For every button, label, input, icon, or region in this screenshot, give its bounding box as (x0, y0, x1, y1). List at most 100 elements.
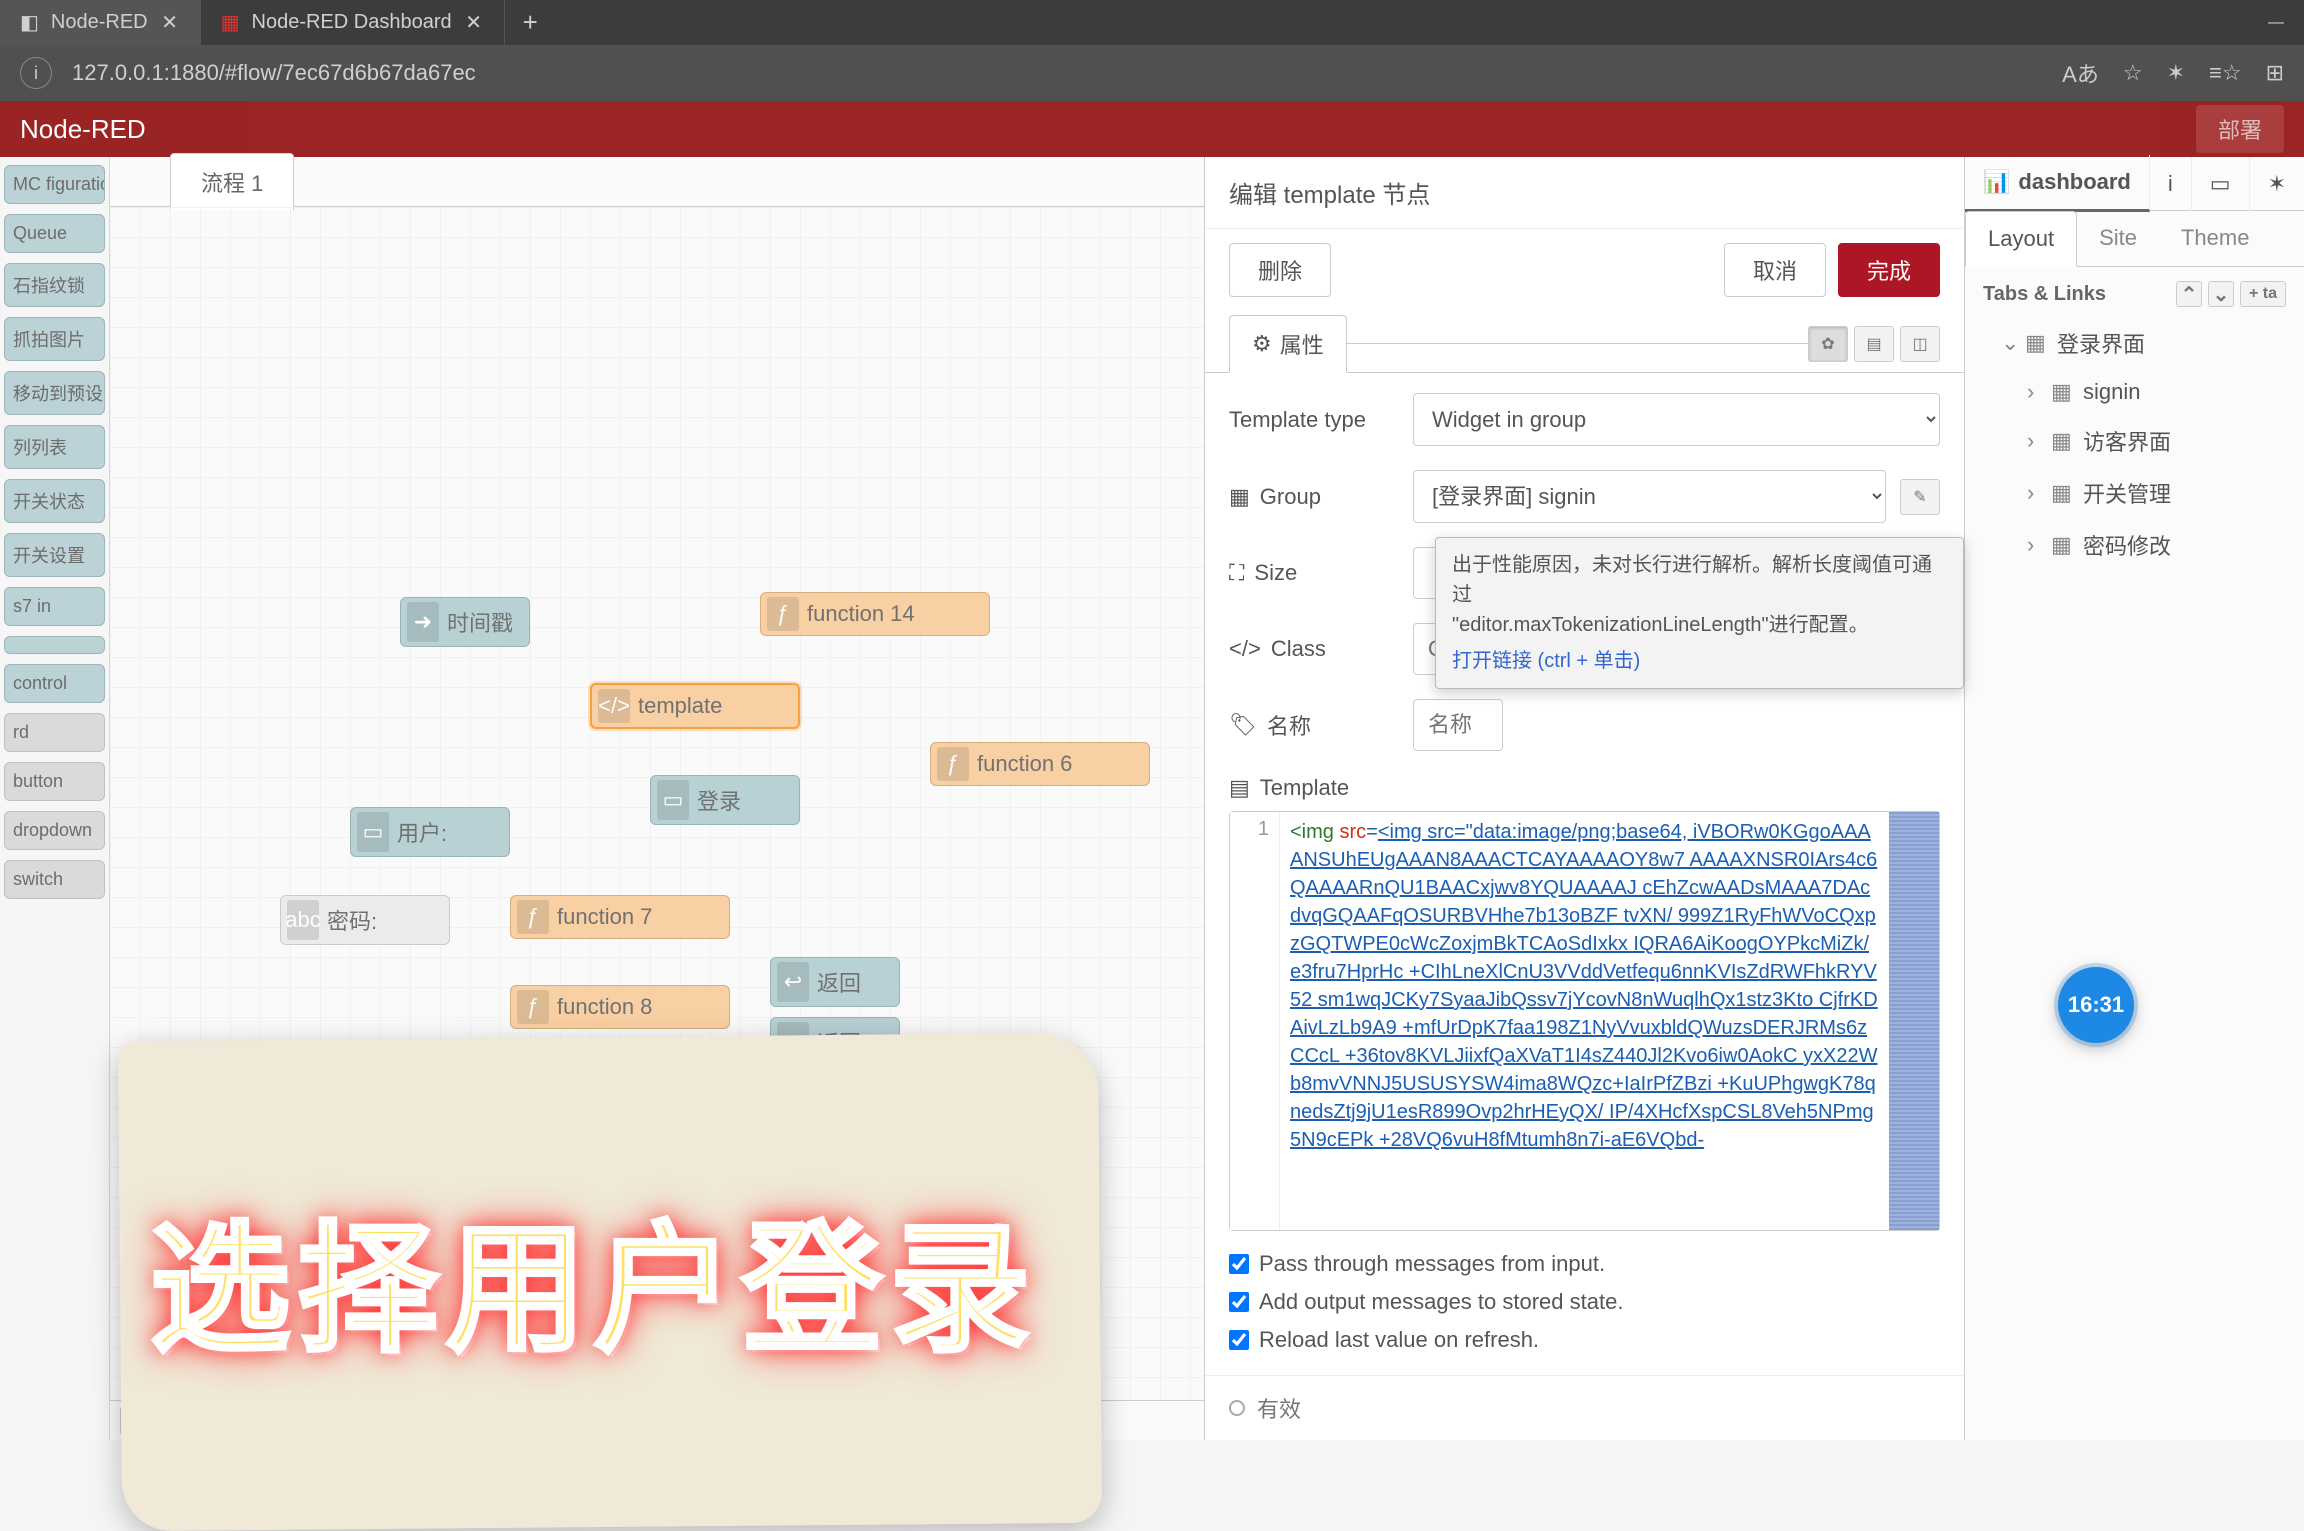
favorite-icon[interactable]: ☆ (2123, 60, 2143, 86)
collections-icon[interactable]: ⊞ (2266, 60, 2284, 86)
tree-item[interactable]: ⌄▦登录界面 (1993, 317, 2286, 369)
url-field[interactable]: 127.0.0.1:1880/#flow/7ec67d6b67da67ec (72, 60, 2042, 86)
tree-item[interactable]: ›▦开关管理 (1993, 467, 2286, 519)
collapse-icon[interactable]: ⌃ (2176, 281, 2202, 307)
reader-icon[interactable]: Aあ (2062, 57, 2099, 89)
tab-favicon: ◧ (20, 10, 39, 35)
app-title: Node-RED (20, 114, 146, 145)
table-icon: ▦ (2051, 532, 2073, 558)
expand-icon[interactable]: ⌄ (2208, 281, 2234, 307)
node-user[interactable]: ▭用户: (350, 807, 510, 857)
add-tab-button[interactable]: + ta (2240, 281, 2286, 307)
pass-through-checkbox[interactable]: Pass through messages from input. (1229, 1251, 1940, 1277)
function-icon: ƒ (517, 990, 549, 1024)
node-function-14[interactable]: ƒfunction 14 (760, 592, 990, 636)
palette-node[interactable]: 移动到预设点 (4, 371, 105, 415)
template-type-label: Template type (1229, 407, 1399, 433)
reload-checkbox[interactable]: Reload last value on refresh. (1229, 1327, 1940, 1353)
palette-node[interactable]: switch (4, 860, 105, 899)
tree-item[interactable]: ›▦访客界面 (1993, 415, 2286, 467)
chevron-icon: › (2027, 480, 2041, 506)
deploy-button[interactable]: 部署 (2196, 105, 2284, 153)
favorites-bar-icon[interactable]: ≡☆ (2209, 60, 2242, 86)
close-icon[interactable]: ✕ (464, 13, 484, 33)
description-icon[interactable]: ▤ (1854, 326, 1894, 362)
node-password[interactable]: abc密码: (280, 895, 450, 945)
footer-status: 有效 (1257, 1392, 1301, 1424)
palette-node[interactable]: button (4, 762, 105, 801)
done-button[interactable]: 完成 (1838, 243, 1940, 297)
tag-icon: 🏷 (1229, 712, 1257, 738)
site-subtab[interactable]: Site (2077, 211, 2159, 266)
edit-group-button[interactable]: ✎ (1900, 479, 1940, 515)
close-icon[interactable]: ✕ (160, 13, 180, 33)
palette-node[interactable]: MC figuration (4, 165, 105, 204)
status-dot-icon (1229, 1400, 1245, 1416)
name-input[interactable] (1413, 699, 1503, 751)
palette-node[interactable]: 抓拍图片 (4, 317, 105, 361)
tree-item[interactable]: ›▦密码修改 (1993, 519, 2286, 571)
tree-item[interactable]: ›▦signin (1993, 369, 2286, 415)
tab-title: Node-RED Dashboard (252, 11, 452, 34)
text-input-icon: ▭ (357, 812, 389, 852)
tooltip-link[interactable]: 打开链接 (ctrl + 单击) (1452, 646, 1947, 676)
node-function-6[interactable]: ƒfunction 6 (930, 742, 1150, 786)
address-bar: i 127.0.0.1:1880/#flow/7ec67d6b67da67ec … (0, 45, 2304, 101)
theme-subtab[interactable]: Theme (2159, 211, 2271, 266)
function-icon: ƒ (767, 597, 799, 631)
tabs-links-title: Tabs & Links (1983, 283, 2106, 306)
group-label: ▦Group (1229, 484, 1399, 510)
table-icon: ▦ (2051, 480, 2073, 506)
new-tab-button[interactable]: + (505, 0, 556, 45)
tabs-tree: ⌄▦登录界面›▦signin›▦访客界面›▦开关管理›▦密码修改 (1983, 307, 2286, 571)
delete-button[interactable]: 删除 (1229, 243, 1331, 297)
settings-icon[interactable]: ✶ (2167, 60, 2185, 86)
node-function-8[interactable]: ƒfunction 8 (510, 985, 730, 1029)
browser-tab[interactable]: ◧ Node-RED ✕ (0, 0, 201, 45)
node-palette[interactable]: MC figuration Queue 石指纹锁抓拍图片移动到预设点列列表开关状态开… (0, 157, 110, 1440)
stored-state-checkbox[interactable]: Add output messages to stored state. (1229, 1289, 1940, 1315)
line-numbers: 1 (1230, 812, 1280, 1230)
palette-node[interactable]: dropdown (4, 811, 105, 850)
palette-node[interactable]: Queue (4, 214, 105, 253)
palette-node[interactable]: rd (4, 713, 105, 752)
cancel-button[interactable]: 取消 (1724, 243, 1826, 297)
table-icon: ▦ (2051, 379, 2073, 405)
window-minimize-icon[interactable]: — (2248, 0, 2304, 45)
code-icon: </> (1229, 636, 1261, 662)
node-function-7[interactable]: ƒfunction 7 (510, 895, 730, 939)
settings-icon[interactable]: ✿ (1808, 326, 1848, 362)
appearance-icon[interactable]: ◫ (1900, 326, 1940, 362)
dashboard-tab[interactable]: 📊 dashboard (1965, 155, 2150, 212)
info-tab[interactable]: i (2150, 157, 2192, 211)
button-icon: ▭ (657, 780, 689, 820)
class-label: </>Class (1229, 636, 1399, 662)
gear-tab[interactable]: ✶ (2250, 157, 2304, 211)
minimap[interactable] (1889, 812, 1939, 1230)
book-tab[interactable]: ▭ (2192, 157, 2250, 211)
sidebar: 📊 dashboard i ▭ ✶ Layout Site Theme Tabs… (1964, 157, 2304, 1440)
palette-node[interactable]: 列列表 (4, 425, 105, 469)
properties-tab[interactable]: ⚙ 属性 (1229, 315, 1347, 373)
site-info-icon[interactable]: i (20, 57, 52, 89)
code-body[interactable]: <img src=<img src="data:image/png;base64… (1280, 812, 1889, 1230)
palette-node[interactable]: 开关状态 (4, 479, 105, 523)
palette-node[interactable] (4, 636, 105, 654)
palette-node[interactable]: 石指纹锁 (4, 263, 105, 307)
function-icon: ƒ (937, 747, 969, 781)
layout-subtab[interactable]: Layout (1965, 211, 2077, 267)
node-template[interactable]: </>template (590, 683, 800, 729)
palette-node[interactable]: control (4, 664, 105, 703)
palette-node[interactable]: s7 in (4, 587, 105, 626)
code-editor[interactable]: 1 <img src=<img src="data:image/png;base… (1229, 811, 1940, 1231)
browser-tab[interactable]: ▦ Node-RED Dashboard ✕ (201, 0, 505, 45)
flow-tab[interactable]: 流程 1 (170, 153, 294, 210)
group-select[interactable]: [登录界面] signin (1413, 470, 1886, 523)
function-icon: ƒ (517, 900, 549, 934)
size-icon: ⛶ (1229, 560, 1244, 586)
node-back-1[interactable]: ↩返回 (770, 957, 900, 1007)
node-timestamp[interactable]: ➜时间戳 (400, 597, 530, 647)
template-type-select[interactable]: Widget in group (1413, 393, 1940, 446)
palette-node[interactable]: 开关设置 (4, 533, 105, 577)
node-login[interactable]: ▭登录 (650, 775, 800, 825)
